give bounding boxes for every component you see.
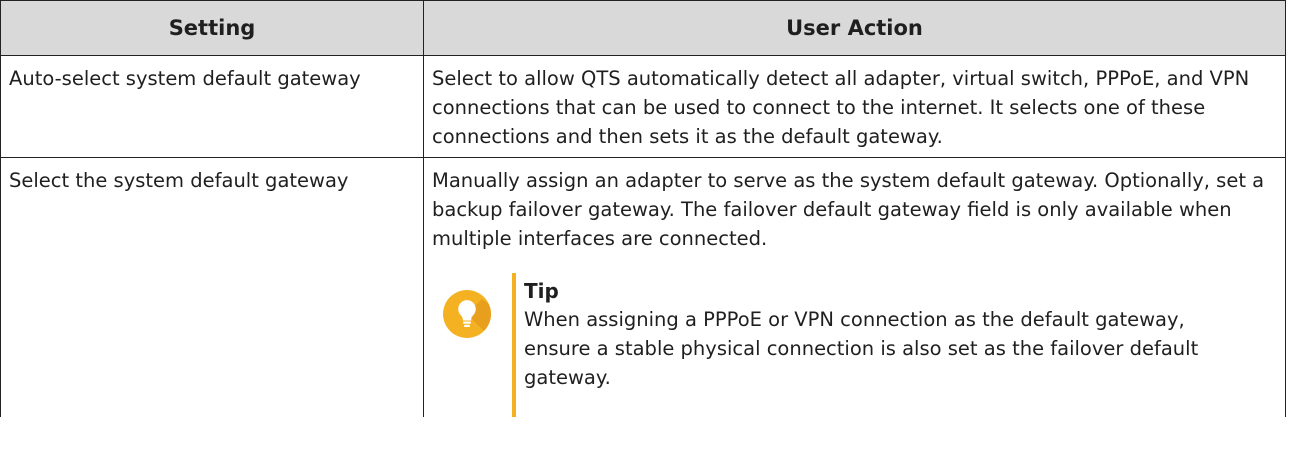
setting-cell: Select the system default gateway: [0, 157, 424, 417]
tip-title: Tip: [524, 279, 559, 303]
tip-note: Tip When assigning a PPPoE or VPN connec…: [432, 273, 1277, 417]
settings-table: Setting User Action Auto-select system d…: [0, 0, 1286, 417]
table-row: Select the system default gateway Manual…: [0, 157, 1286, 417]
lightbulb-icon: [443, 290, 491, 338]
action-cell: Select to allow QTS automatically detect…: [423, 55, 1286, 158]
action-text: Manually assign an adapter to serve as t…: [432, 169, 1265, 250]
column-header-setting: Setting: [0, 0, 424, 56]
tip-body: Tip When assigning a PPPoE or VPN connec…: [524, 277, 1224, 392]
column-header-user-action: User Action: [423, 0, 1286, 56]
action-cell-with-tip: Manually assign an adapter to serve as t…: [423, 157, 1286, 417]
tip-accent-bar: [512, 273, 516, 417]
setting-cell: Auto-select system default gateway: [0, 55, 424, 158]
tip-text: When assigning a PPPoE or VPN connection…: [524, 308, 1199, 389]
table-header-row: Setting User Action: [0, 0, 1286, 56]
table-row: Auto-select system default gateway Selec…: [0, 55, 1286, 158]
